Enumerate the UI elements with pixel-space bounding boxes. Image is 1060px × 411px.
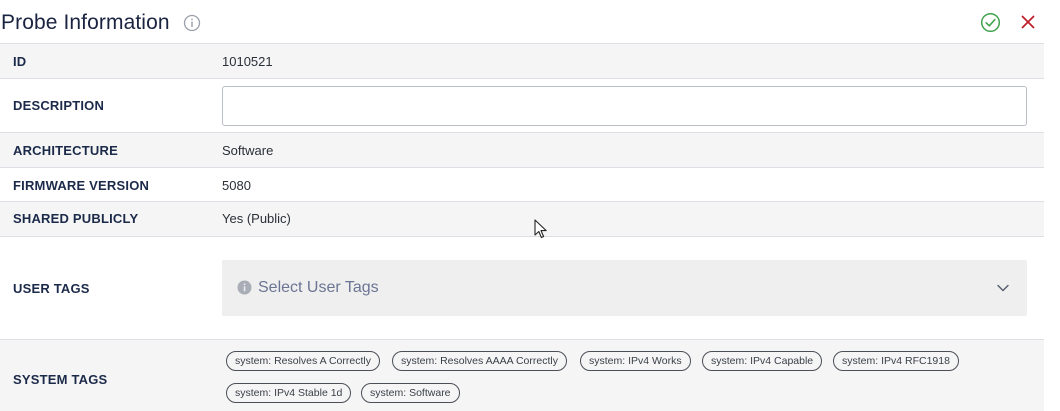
system-tags-label: SYSTEM TAGS bbox=[13, 372, 108, 387]
check-circle-icon[interactable] bbox=[980, 12, 1001, 33]
chevron-down-icon[interactable] bbox=[995, 280, 1011, 296]
firmware-version-value: 5080 bbox=[222, 178, 251, 193]
row-description: DESCRIPTION bbox=[0, 79, 1044, 133]
probe-info-table: ID 1010521 DESCRIPTION ARCHITECTURE Soft… bbox=[0, 43, 1044, 411]
description-label: DESCRIPTION bbox=[13, 98, 105, 113]
architecture-label: ARCHITECTURE bbox=[13, 143, 118, 158]
page-title: Probe Information bbox=[1, 11, 170, 34]
description-input[interactable] bbox=[222, 86, 1027, 126]
close-icon[interactable] bbox=[1019, 13, 1037, 31]
system-tag-chip: system: IPv4 Works bbox=[580, 351, 691, 371]
architecture-value: Software bbox=[222, 143, 274, 158]
system-tag-chip: system: IPv4 RFC1918 bbox=[833, 351, 959, 371]
info-icon[interactable] bbox=[183, 14, 201, 32]
system-tag-chip: system: IPv4 Stable 1d bbox=[226, 383, 352, 403]
shared-publicly-label: SHARED PUBLICLY bbox=[13, 211, 139, 226]
system-tag-chip: system: Software bbox=[361, 383, 460, 403]
dialog-header: Probe Information bbox=[0, 0, 1060, 44]
id-label: ID bbox=[13, 54, 27, 69]
user-tags-select[interactable]: Select User Tags bbox=[222, 260, 1027, 316]
system-tag-chip: system: Resolves AAAA Correctly bbox=[392, 351, 567, 371]
row-firmware-version: FIRMWARE VERSION 5080 bbox=[0, 168, 1044, 202]
info-icon bbox=[237, 280, 252, 295]
firmware-version-label: FIRMWARE VERSION bbox=[13, 178, 150, 193]
user-tags-label: USER TAGS bbox=[13, 281, 90, 296]
system-tag-chip: system: IPv4 Capable bbox=[702, 351, 823, 371]
system-tag-chip: system: Resolves A Correctly bbox=[226, 351, 380, 371]
row-system-tags: SYSTEM TAGS system: Resolves A Correctly… bbox=[0, 340, 1044, 411]
user-tags-placeholder: Select User Tags bbox=[258, 279, 379, 296]
shared-publicly-value: Yes (Public) bbox=[222, 211, 291, 226]
row-shared-publicly: SHARED PUBLICLY Yes (Public) bbox=[0, 202, 1044, 237]
row-architecture: ARCHITECTURE Software bbox=[0, 133, 1044, 168]
row-user-tags: USER TAGS Select User Tags bbox=[0, 237, 1044, 340]
id-value: 1010521 bbox=[222, 54, 273, 69]
row-id: ID 1010521 bbox=[0, 44, 1044, 79]
